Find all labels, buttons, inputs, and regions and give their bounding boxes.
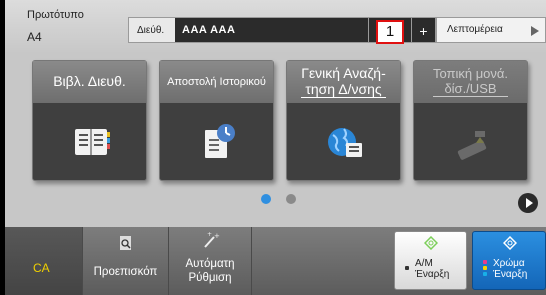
yellow-toner-icon — [483, 266, 487, 270]
bw-start-button[interactable]: Α/Μ Έναρξη — [394, 231, 467, 290]
ca-button[interactable]: CA — [5, 227, 83, 295]
bw-start-label: Α/Μ Έναρξη — [415, 258, 450, 280]
start-diamond-icon — [424, 236, 438, 250]
address-value[interactable]: AAA AAA — [175, 18, 369, 42]
plus-button[interactable]: + — [412, 17, 436, 43]
magenta-toner-icon — [483, 260, 487, 264]
original-size-value[interactable]: A4 — [27, 30, 42, 44]
tile-label: Τοπική μονά. δίσ./USB — [414, 61, 527, 103]
arrow-right-icon — [531, 26, 539, 36]
tile-label: Γενική Αναζή-τηση Δ/νσης — [287, 61, 400, 103]
tile-address-book[interactable]: Βιβλ. Διευθ. — [32, 60, 147, 181]
cyan-toner-icon — [483, 272, 487, 276]
tile-label: Βιβλ. Διευθ. — [33, 61, 146, 103]
top-bar: Πρωτότυπο A4 Διεύθ. AAA AAA 1 + Λεπτομέρ… — [5, 0, 546, 52]
page-indicator-1[interactable] — [261, 194, 271, 204]
address-label: Διεύθ. — [137, 25, 165, 36]
details-label: Λεπτομέρεια — [447, 24, 503, 35]
magic-wand-icon: + + — [204, 231, 220, 248]
usb-drive-icon — [457, 131, 487, 160]
send-history-icon — [205, 124, 235, 158]
page-indicator-2[interactable] — [286, 194, 296, 204]
copies-count[interactable]: 1 — [376, 20, 404, 44]
tile-global-address-search[interactable]: Γενική Αναζή-τηση Δ/νσης — [286, 60, 401, 181]
scanner-home-screen: Πρωτότυπο A4 Διεύθ. AAA AAA 1 + Λεπτομέρ… — [5, 0, 546, 295]
start-diamond-icon — [503, 236, 517, 250]
original-label: Πρωτότυπο — [27, 9, 84, 21]
global-address-search-icon — [328, 128, 362, 157]
preview-button[interactable]: Προεπισκόπ — [83, 227, 169, 295]
color-start-button[interactable]: Χρώμα Έναρξη — [472, 231, 546, 290]
preview-label: Προεπισκόπ — [93, 266, 158, 278]
details-button[interactable]: Λεπτομέρεια — [436, 17, 546, 43]
tile-label: Αποστολή Ιστορικού — [160, 61, 273, 103]
tile-local-drive-usb: Τοπική μονά. δίσ./USB — [413, 60, 528, 181]
address-field[interactable]: Διεύθ. AAA AAA — [128, 17, 369, 43]
address-book-icon — [75, 129, 110, 155]
color-start-label: Χρώμα Έναρξη — [493, 258, 528, 280]
tile-send-history[interactable]: Αποστολή Ιστορικού — [159, 60, 274, 181]
copies-field[interactable]: 1 — [368, 17, 412, 44]
auto-set-label: Αυτόματη Ρύθμιση — [185, 258, 235, 285]
ca-label: CA — [33, 261, 50, 275]
next-page-button[interactable] — [518, 193, 538, 213]
svg-text:+: + — [207, 231, 212, 238]
preview-icon — [120, 236, 131, 250]
auto-set-button[interactable]: + + Αυτόματη Ρύθμιση — [169, 227, 252, 295]
black-toner-icon — [405, 266, 409, 270]
svg-text:+: + — [214, 232, 220, 240]
